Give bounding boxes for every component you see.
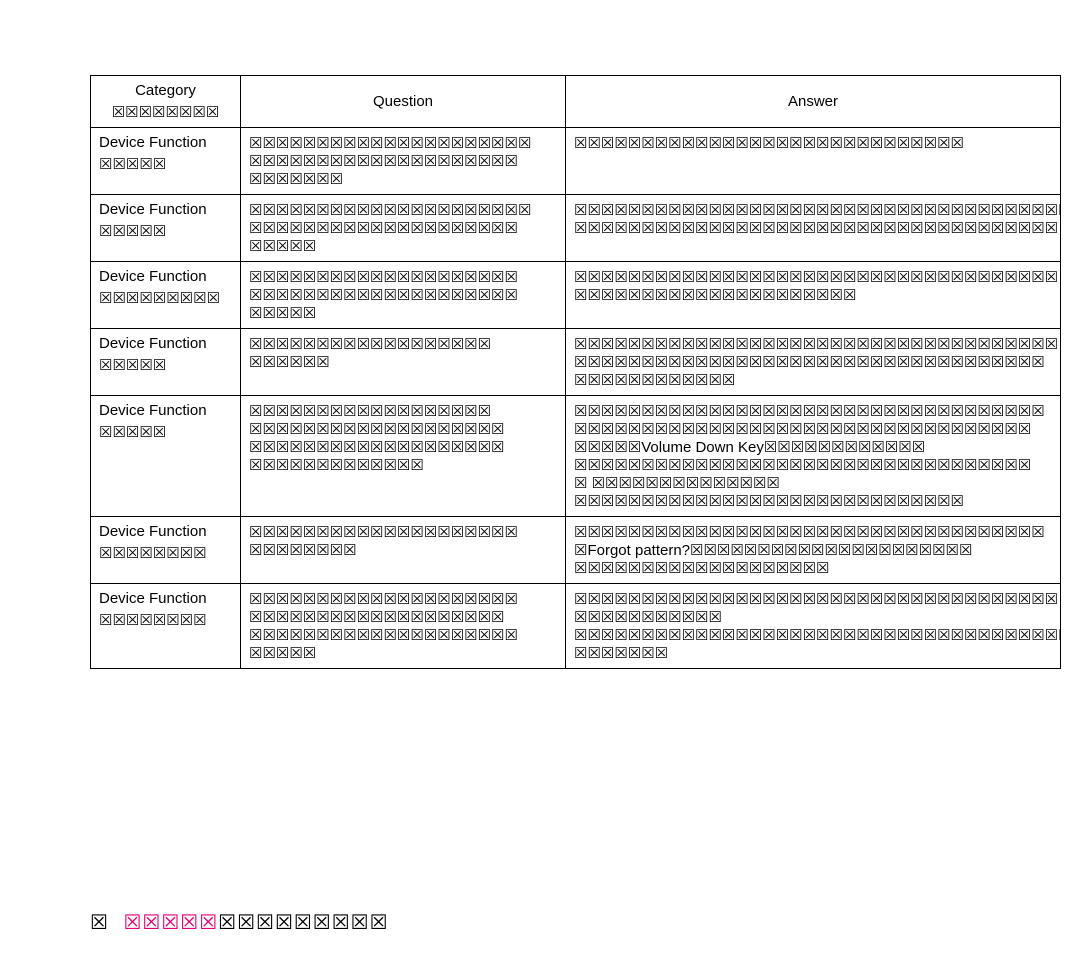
question-line: ☒☒☒☒☒☒☒☒☒☒☒☒☒☒☒☒☒☒☒☒☒ (249, 134, 557, 152)
header-category: Category ☒☒☒☒☒☒☒☒ (91, 76, 241, 128)
cell-answer: ☒☒☒☒☒☒☒☒☒☒☒☒☒☒☒☒☒☒☒☒☒☒☒☒☒☒☒☒☒ (566, 128, 1061, 195)
category-sub: ☒☒☒☒☒ (99, 356, 166, 374)
question-line: ☒☒☒☒☒☒☒☒☒☒☒☒☒☒☒☒☒☒ (249, 402, 557, 420)
cell-category: Device Function ☒☒☒☒☒ (91, 396, 241, 517)
question-line: ☒☒☒☒☒☒☒☒☒☒☒☒☒☒☒☒☒☒☒☒ (249, 626, 557, 644)
cell-answer: ☒☒☒☒☒☒☒☒☒☒☒☒☒☒☒☒☒☒☒☒☒☒☒☒☒☒☒☒☒☒☒☒☒☒☒☒ For… (566, 517, 1061, 584)
question-line: ☒☒☒☒☒☒☒☒☒☒☒☒☒☒☒☒☒☒ (249, 335, 557, 353)
header-category-main: Category (99, 82, 232, 99)
question-line: ☒☒☒☒☒☒☒☒☒☒☒☒☒☒☒☒☒☒☒☒ (249, 152, 557, 170)
answer-line: ☒☒☒☒☒ Volume Down Key☒☒☒☒☒☒☒☒☒☒☒☒ (574, 438, 1052, 456)
cell-answer: ☒☒☒☒☒☒☒☒☒☒☒☒☒☒☒☒☒☒☒☒☒☒☒☒☒☒☒☒☒☒☒☒☒☒☒☒☒☒☒☒… (566, 584, 1061, 669)
answer-line: ☒☒☒☒☒☒☒☒☒☒☒☒☒☒☒☒☒☒☒☒☒ (574, 286, 1052, 304)
question-line: ☒☒☒☒☒☒☒☒☒☒☒☒☒☒☒☒☒☒☒☒ (249, 523, 557, 541)
question-line: ☒☒☒☒☒☒☒☒☒☒☒☒☒☒☒☒☒☒☒☒ (249, 219, 557, 237)
answer-line: ☒☒☒☒☒☒☒☒☒☒☒☒☒☒☒☒☒☒☒☒☒☒☒☒☒☒☒☒☒☒☒☒☒☒☒ (574, 402, 1052, 420)
table-row: Device Function☒☒☒☒☒☒☒☒☒☒☒☒☒☒☒☒☒☒☒☒☒☒☒☒☒… (91, 396, 1061, 517)
faq-table-wrapper: Category ☒☒☒☒☒☒☒☒ Question Answer Device… (90, 75, 1060, 669)
category-main: Device Function (99, 523, 232, 540)
answer-line: ☒☒☒☒☒☒☒☒☒☒☒☒☒☒☒☒☒☒☒ (574, 559, 1052, 577)
question-line: ☒☒☒☒☒ (249, 237, 557, 255)
table-row: Device Function☒☒☒☒☒☒☒☒☒☒☒☒☒☒☒☒☒☒☒☒☒☒☒☒☒… (91, 329, 1061, 396)
cell-category: Device Function ☒☒☒☒☒ (91, 195, 241, 262)
footer-glyph: ☒ (90, 912, 109, 934)
category-sub: ☒☒☒☒☒☒☒☒ (99, 611, 207, 629)
cell-category: Device Function ☒☒☒☒☒☒☒☒☒ (91, 262, 241, 329)
category-sub: ☒☒☒☒☒ (99, 423, 166, 441)
answer-line: ☒☒☒☒☒☒☒☒☒☒☒☒☒☒☒☒☒☒☒☒☒☒☒☒☒☒☒☒☒☒☒☒☒☒ (574, 456, 1052, 474)
table-row: Device Function☒☒☒☒☒☒☒☒☒☒☒☒☒☒☒☒☒☒☒☒☒☒☒☒☒… (91, 517, 1061, 584)
cell-answer: ☒☒☒☒☒☒☒☒☒☒☒☒☒☒☒☒☒☒☒☒☒☒☒☒☒☒☒☒☒☒☒☒☒☒☒☒☒☒☒☒… (566, 329, 1061, 396)
category-main: Device Function (99, 201, 232, 218)
question-line: ☒☒☒☒☒☒☒☒ (249, 541, 557, 559)
answer-line: ☒☒☒☒☒☒☒☒☒☒☒☒☒☒☒☒☒☒☒☒☒☒☒☒☒☒☒☒☒☒☒☒☒☒☒☒ (574, 268, 1052, 286)
answer-bold: Volume Down Key (641, 439, 764, 456)
cell-question: ☒☒☒☒☒☒☒☒☒☒☒☒☒☒☒☒☒☒☒☒☒☒☒☒☒☒☒☒☒☒☒☒☒☒☒☒☒☒☒☒… (241, 396, 566, 517)
question-line: ☒☒☒☒☒☒ (249, 353, 557, 371)
cell-question: ☒☒☒☒☒☒☒☒☒☒☒☒☒☒☒☒☒☒☒☒☒☒☒☒☒☒☒☒☒☒☒☒☒☒☒☒☒☒☒☒… (241, 262, 566, 329)
question-line: ☒☒☒☒☒☒☒☒☒☒☒☒☒☒☒☒☒☒☒☒ (249, 286, 557, 304)
answer-line: ☒☒☒☒☒☒☒☒☒☒☒☒☒☒☒☒☒☒☒☒☒☒☒☒☒☒☒☒☒☒☒☒☒☒☒☒ (574, 219, 1052, 237)
question-line: ☒☒☒☒☒ (249, 644, 557, 662)
page-footer: ☒ ☒☒☒☒☒☒☒☒☒☒☒☒☒☒ (90, 910, 389, 935)
answer-line: ☒ ☒☒☒☒☒☒☒☒☒☒☒☒☒☒ (574, 474, 1052, 492)
header-category-sub: ☒☒☒☒☒☒☒☒ (112, 103, 220, 121)
answer-line: ☒☒☒☒☒☒☒☒☒☒☒☒☒☒☒☒☒☒☒☒☒☒☒☒☒☒☒☒☒☒☒☒☒☒☒ (574, 523, 1052, 541)
question-line: ☒☒☒☒☒☒☒☒☒☒☒☒☒☒☒☒☒☒☒ (249, 608, 557, 626)
cell-question: ☒☒☒☒☒☒☒☒☒☒☒☒☒☒☒☒☒☒☒☒☒☒☒☒☒☒☒☒ (241, 517, 566, 584)
table-header-row: Category ☒☒☒☒☒☒☒☒ Question Answer (91, 76, 1061, 128)
faq-table: Category ☒☒☒☒☒☒☒☒ Question Answer Device… (90, 75, 1061, 669)
question-line: ☒☒☒☒☒☒☒ (249, 170, 557, 188)
answer-line: ☒☒☒☒☒☒☒☒☒☒☒☒☒☒☒☒☒☒☒☒☒☒☒☒☒☒☒☒☒☒☒☒☒☒☒☒ (574, 590, 1052, 608)
question-line: ☒☒☒☒☒☒☒☒☒☒☒☒☒☒☒☒☒☒☒ (249, 438, 557, 456)
answer-line: ☒☒☒☒☒☒☒☒☒☒☒☒☒☒☒☒☒☒☒☒☒☒☒☒☒☒☒☒☒☒☒☒☒☒ (574, 420, 1052, 438)
answer-bold: Forgot pattern? (587, 542, 690, 559)
category-sub: ☒☒☒☒☒☒☒☒☒ (99, 289, 220, 307)
category-main: Device Function (99, 134, 232, 151)
cell-answer: ☒☒☒☒☒☒☒☒☒☒☒☒☒☒☒☒☒☒☒☒☒☒☒☒☒☒☒☒☒☒☒☒☒☒☒☒☒☒☒☒… (566, 195, 1061, 262)
category-main: Device Function (99, 402, 232, 419)
table-row: Device Function☒☒☒☒☒☒☒☒☒☒☒☒☒☒☒☒☒☒☒☒☒☒☒☒☒… (91, 584, 1061, 669)
category-sub: ☒☒☒☒☒ (99, 222, 166, 240)
category-main: Device Function (99, 590, 232, 607)
cell-question: ☒☒☒☒☒☒☒☒☒☒☒☒☒☒☒☒☒☒☒☒☒☒☒☒☒☒☒☒☒☒☒☒☒☒☒☒☒☒☒☒… (241, 195, 566, 262)
cell-question: ☒☒☒☒☒☒☒☒☒☒☒☒☒☒☒☒☒☒☒☒☒☒☒☒☒☒☒☒☒☒☒☒☒☒☒☒☒☒☒☒… (241, 584, 566, 669)
answer-line: ☒ Forgot pattern? ☒☒☒☒☒☒☒☒☒☒☒☒☒☒☒☒☒☒☒☒☒ (574, 541, 1052, 559)
footer-pink-text: ☒☒☒☒☒ (124, 912, 219, 934)
table-row: Device Function☒☒☒☒☒☒☒☒☒☒☒☒☒☒☒☒☒☒☒☒☒☒☒☒☒… (91, 262, 1061, 329)
category-sub: ☒☒☒☒☒☒☒☒ (99, 544, 207, 562)
answer-line: ☒☒☒☒☒☒☒☒☒☒☒☒☒☒☒☒☒☒☒☒☒☒☒☒☒☒☒☒☒ (574, 134, 1052, 152)
category-main: Device Function (99, 335, 232, 352)
table-row: Device Function☒☒☒☒☒☒☒☒☒☒☒☒☒☒☒☒☒☒☒☒☒☒☒☒☒… (91, 195, 1061, 262)
question-line: ☒☒☒☒☒☒☒☒☒☒☒☒☒ (249, 456, 557, 474)
answer-line: ☒☒☒☒☒☒☒☒☒☒☒☒☒☒☒☒☒☒☒☒☒☒☒☒☒☒☒☒☒☒☒☒☒☒☒ (574, 353, 1052, 371)
answer-line: ☒☒☒☒☒☒☒☒☒☒☒☒☒☒☒☒☒☒☒☒☒☒☒☒☒☒☒☒☒☒☒☒☒☒☒☒☒ (574, 626, 1052, 644)
cell-category: Device Function ☒☒☒☒☒☒☒☒ (91, 584, 241, 669)
header-question: Question (241, 76, 566, 128)
question-line: ☒☒☒☒☒ (249, 304, 557, 322)
answer-line: ☒☒☒☒☒☒☒☒☒☒☒☒☒☒☒☒☒☒☒☒☒☒☒☒☒☒☒☒☒ (574, 492, 1052, 510)
answer-line: ☒☒☒☒☒☒☒ (574, 644, 1052, 662)
question-line: ☒☒☒☒☒☒☒☒☒☒☒☒☒☒☒☒☒☒☒☒ (249, 268, 557, 286)
question-line: ☒☒☒☒☒☒☒☒☒☒☒☒☒☒☒☒☒☒☒ (249, 420, 557, 438)
table-row: Device Function☒☒☒☒☒☒☒☒☒☒☒☒☒☒☒☒☒☒☒☒☒☒☒☒☒… (91, 128, 1061, 195)
answer-line: ☒☒☒☒☒☒☒☒☒☒☒ (574, 608, 1052, 626)
cell-category: Device Function ☒☒☒☒☒ (91, 128, 241, 195)
answer-line: ☒☒☒☒☒☒☒☒☒☒☒☒ (574, 371, 1052, 389)
footer-rest-text: ☒☒☒☒☒☒☒☒☒ (218, 912, 388, 934)
cell-category: Device Function ☒☒☒☒☒ (91, 329, 241, 396)
category-main: Device Function (99, 268, 232, 285)
cell-question: ☒☒☒☒☒☒☒☒☒☒☒☒☒☒☒☒☒☒☒☒☒☒☒☒ (241, 329, 566, 396)
cell-answer: ☒☒☒☒☒☒☒☒☒☒☒☒☒☒☒☒☒☒☒☒☒☒☒☒☒☒☒☒☒☒☒☒☒☒☒☒☒☒☒☒… (566, 262, 1061, 329)
category-sub: ☒☒☒☒☒ (99, 155, 166, 173)
cell-category: Device Function ☒☒☒☒☒☒☒☒ (91, 517, 241, 584)
answer-line: ☒☒☒☒☒☒☒☒☒☒☒☒☒☒☒☒☒☒☒☒☒☒☒☒☒☒☒☒☒☒☒☒☒☒☒☒☒ (574, 201, 1052, 219)
question-line: ☒☒☒☒☒☒☒☒☒☒☒☒☒☒☒☒☒☒☒☒☒ (249, 201, 557, 219)
header-answer: Answer (566, 76, 1061, 128)
answer-line: ☒☒☒☒☒☒☒☒☒☒☒☒☒☒☒☒☒☒☒☒☒☒☒☒☒☒☒☒☒☒☒☒☒☒☒☒ (574, 335, 1052, 353)
cell-answer: ☒☒☒☒☒☒☒☒☒☒☒☒☒☒☒☒☒☒☒☒☒☒☒☒☒☒☒☒☒☒☒☒☒☒☒☒☒☒☒☒… (566, 396, 1061, 517)
question-line: ☒☒☒☒☒☒☒☒☒☒☒☒☒☒☒☒☒☒☒☒ (249, 590, 557, 608)
cell-question: ☒☒☒☒☒☒☒☒☒☒☒☒☒☒☒☒☒☒☒☒☒☒☒☒☒☒☒☒☒☒☒☒☒☒☒☒☒☒☒☒… (241, 128, 566, 195)
